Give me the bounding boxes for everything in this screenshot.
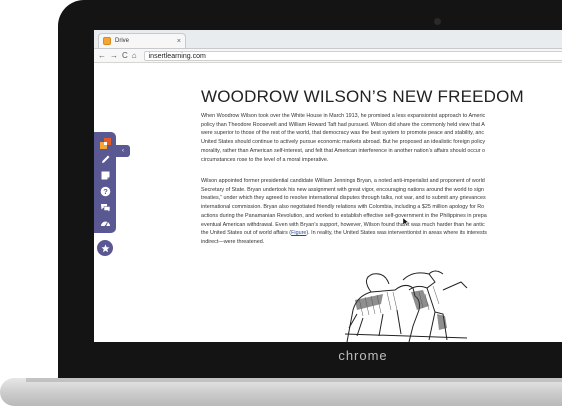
star-icon[interactable]	[97, 240, 113, 256]
insertlearning-toolbar: ?	[94, 132, 116, 233]
text-line: were superior to those of the rest of th…	[201, 130, 485, 137]
text-span: ). In reality, the United States was int…	[306, 230, 487, 237]
text-line: indirect—were threatened.	[201, 238, 265, 245]
insertlearning-logo-icon[interactable]	[98, 136, 112, 150]
text-line: treaties,” under which they agreed to re…	[201, 195, 486, 202]
text-line: the United States out of world affairs (…	[201, 229, 562, 238]
home-button[interactable]: ⌂	[132, 51, 137, 60]
wilson-cartoon-illustration	[344, 270, 468, 342]
tab-close-button[interactable]: ×	[177, 38, 181, 45]
article-paragraph-2: Wilson appointed former presidential can…	[201, 177, 562, 247]
back-button[interactable]: ←	[98, 51, 106, 60]
pencil-icon[interactable]	[98, 152, 112, 166]
text-span: the United States out of world affairs (	[201, 230, 292, 237]
reload-button[interactable]: C	[122, 51, 128, 60]
laptop-hinge	[26, 378, 562, 382]
tab-drive[interactable]: Drive ×	[98, 33, 186, 48]
text-line: policy than Theodore Roosevelt and Willi…	[201, 121, 485, 128]
text-line: eventual American withdrawal. Even with …	[201, 221, 485, 228]
browser-toolbar: ← → C ⌂ insertlearning.com	[94, 49, 562, 63]
article-title: WOODROW WILSON’S NEW FREEDOM	[201, 87, 524, 106]
tab-strip: Drive ×	[94, 30, 562, 49]
forward-button[interactable]: →	[110, 51, 118, 60]
browser-window: Drive × ← → C ⌂ insertlearning.com WOODR…	[94, 30, 562, 342]
text-line: international commission. Bryan also neg…	[201, 204, 485, 211]
toolbar-expand-toggle[interactable]: ‹	[116, 145, 130, 157]
dashboard-icon[interactable]	[98, 216, 112, 230]
drive-icon	[103, 37, 111, 45]
laptop-brand-label: chrome	[338, 348, 388, 363]
address-bar[interactable]: insertlearning.com	[143, 50, 562, 61]
discussion-icon[interactable]	[98, 200, 112, 214]
article-paragraph-1: When Woodrow Wilson took over the White …	[201, 112, 562, 164]
text-line: circumstances rose to the level of a mor…	[201, 156, 329, 163]
tab-title: Drive	[115, 38, 130, 44]
figure-link[interactable]: Figure	[291, 230, 306, 236]
text-line: morality, rather than American self-inte…	[201, 147, 486, 154]
svg-text:?: ?	[103, 187, 108, 196]
page-content: WOODROW WILSON’S NEW FREEDOM When Woodro…	[94, 64, 562, 342]
question-icon[interactable]: ?	[98, 184, 112, 198]
sticky-note-icon[interactable]	[98, 168, 112, 182]
text-line: Wilson appointed former presidential can…	[201, 178, 485, 184]
text-line: actions during the Panamanian Revolution…	[201, 212, 487, 219]
text-line: United States should continue to activel…	[201, 139, 486, 146]
text-line: Secretary of State. Bryan undertook his …	[201, 186, 484, 193]
text-line: When Woodrow Wilson took over the White …	[201, 113, 486, 119]
laptop-base	[0, 378, 562, 406]
webcam	[434, 18, 441, 25]
mouse-cursor-icon	[403, 218, 409, 226]
